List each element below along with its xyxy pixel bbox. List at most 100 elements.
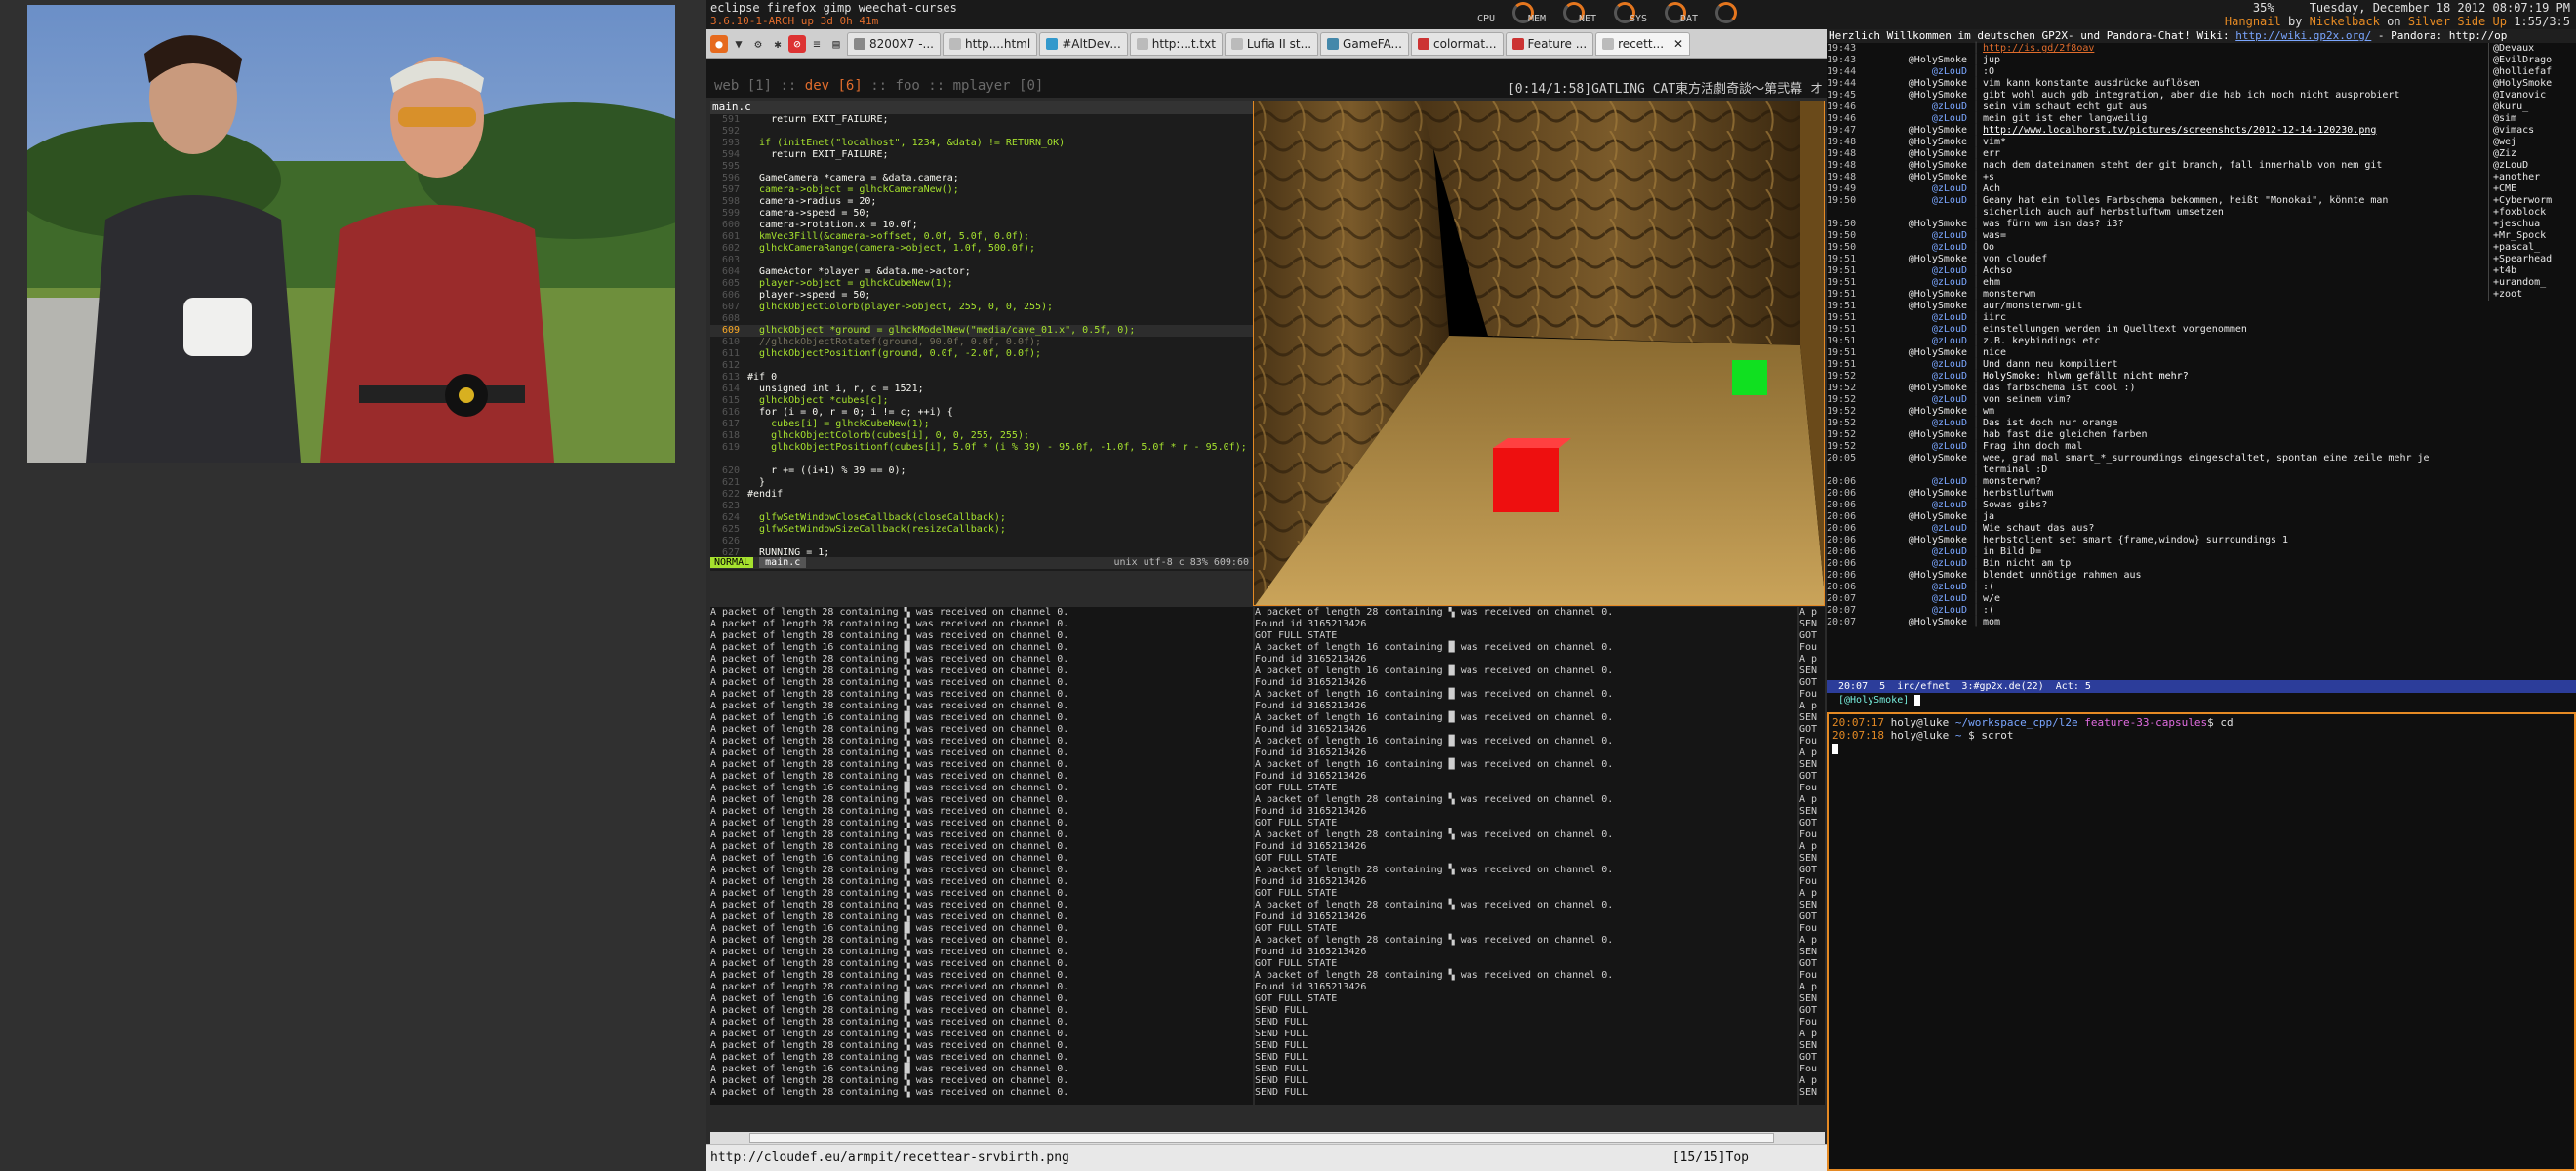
code-line[interactable]: 607 glhckObjectColorb(player->object, 25… [710,302,1253,313]
code-line[interactable]: 619 glhckObjectPositionf(cubes[i], 5.0f … [710,442,1253,454]
code-line[interactable]: 618 glhckObjectColorb(cubes[i], 0, 0, 25… [710,430,1253,442]
irc-input[interactable]: [@HolySmoke] [1827,694,2576,707]
irc-nick[interactable]: @zLouD [1866,359,1973,371]
tab-list-icon[interactable]: ≡ [808,35,825,53]
tab-1[interactable]: 8200X7 -... [847,31,941,56]
irc-nick[interactable]: @HolySmoke [1866,219,1973,230]
terminal-cursor-line[interactable] [1832,742,2570,754]
irc-nick[interactable]: @zLouD [1866,500,1973,511]
tab-6[interactable]: GameFA... [1320,31,1409,56]
nick-item[interactable]: @kuru_ [2493,101,2576,113]
nick-item[interactable]: +urandom_ [2493,277,2576,289]
tab-3[interactable]: #AltDev... [1039,31,1128,56]
code-line[interactable]: 622 #endif [710,489,1253,501]
irc-text[interactable]: http://is.gd/2f8oav [1983,43,2576,55]
nick-item[interactable]: +another [2493,172,2576,183]
client-log-pane[interactable]: A packet of length 28 containing ▚ was r… [1255,607,1797,1105]
client2-log-pane[interactable]: A p SEN GOT Fou A p SEN GOT Fou A p SEN GOT Fou A pS… [1799,607,1825,1105]
irc-nick[interactable]: @HolySmoke [1866,137,1973,148]
tab-5[interactable]: Lufia II st... [1224,31,1319,56]
irc-nick[interactable]: @HolySmoke [1866,125,1973,137]
irc-nick[interactable]: @zLouD [1866,418,1973,429]
irc-nick[interactable]: @HolySmoke [1866,172,1973,183]
nick-item[interactable]: +Cyberworm [2493,195,2576,207]
irc-nick[interactable]: @zLouD [1866,183,1973,195]
irc-nick[interactable]: @zLouD [1866,242,1973,254]
irc-nick[interactable]: @zLouD [1866,546,1973,558]
irc-nick[interactable]: @HolySmoke [1866,160,1973,172]
irc-nick[interactable]: @HolySmoke [1866,148,1973,160]
code-line[interactable]: 600 camera->rotation.x = 10.0f; [710,220,1253,231]
code-line[interactable]: 611 glhckObjectPositionf(ground, 0.0f, -… [710,348,1253,360]
code-line[interactable]: 604 GameActor *player = &data.me->actor; [710,266,1253,278]
tmux-window-foo[interactable]: foo [896,78,920,94]
code-line[interactable]: 609 glhckObject *ground = glhckModelNew(… [710,325,1253,337]
code-line[interactable]: 596 GameCamera *camera = &data.camera; [710,173,1253,184]
tab-9[interactable]: recett... ✕ [1595,31,1691,56]
code-line[interactable]: 601 kmVec3Fill(&camera->offset, 0.0f, 5.… [710,231,1253,243]
irc-nick[interactable]: @HolySmoke [1866,570,1973,582]
code-line[interactable]: 598 camera->radius = 20; [710,196,1253,208]
nick-item[interactable]: +Mr_Spock [2493,230,2576,242]
irc-nick[interactable]: @zLouD [1866,66,1973,78]
irc-nick[interactable]: @zLouD [1866,605,1973,617]
tmux-window-web[interactable]: web [714,78,739,94]
tab-2[interactable]: http....html [942,31,1038,56]
irc-nick[interactable]: @HolySmoke [1866,488,1973,500]
code-line[interactable]: 612 [710,360,1253,372]
irc-nick[interactable] [1866,464,1973,476]
code-line[interactable]: 591 return EXIT_FAILURE; [710,114,1253,126]
game-viewport[interactable] [1253,101,1825,606]
code-line[interactable]: 616 for (i = 0, r = 0; i != c; ++i) { [710,407,1253,419]
irc-nick[interactable]: @HolySmoke [1866,254,1973,265]
irc-nick[interactable]: @zLouD [1866,582,1973,593]
irc-nick[interactable]: @HolySmoke [1866,383,1973,394]
irc-nick[interactable]: @HolySmoke [1866,429,1973,441]
irc-nick[interactable]: @HolySmoke [1866,535,1973,546]
irc-nick[interactable] [1866,207,1973,219]
tab-8[interactable]: Feature ... [1505,31,1594,56]
tab-4[interactable]: http:...t.txt [1129,31,1223,56]
nick-item[interactable]: @holliefaf [2493,66,2576,78]
code-line[interactable]: 614 unsigned int i, r, c = 1521; [710,384,1253,395]
irc-nick[interactable]: @HolySmoke [1866,406,1973,418]
irc-nick[interactable]: @HolySmoke [1866,78,1973,90]
nick-item[interactable]: +pascal_ [2493,242,2576,254]
irc-nick[interactable]: @zLouD [1866,230,1973,242]
app-launcher-list[interactable]: eclipse firefox gimp weechat-curses [710,1,957,15]
nick-item[interactable]: @Devaux [2493,43,2576,55]
nick-item[interactable]: @Ivanovic [2493,90,2576,101]
nick-list[interactable]: @Devaux @EvilDrago @holliefaf @HolySmoke @Iv… [2488,43,2576,301]
code-line[interactable]: 621 } [710,477,1253,489]
irc-nick[interactable]: @HolySmoke [1866,90,1973,101]
irc-nick[interactable]: @zLouD [1866,336,1973,347]
code-line[interactable]: 620 r += ((i+1) % 39 == 0); [710,465,1253,477]
nick-item[interactable]: +zoot [2493,289,2576,301]
server-log-pane[interactable]: A packet of length 28 containing ▚ was r… [710,607,1253,1105]
nick-item[interactable]: +foxblock [2493,207,2576,219]
vim-editor[interactable]: main.c 591 return EXIT_FAILURE; 592 593 if… [710,101,1253,571]
irc-nick[interactable]: @zLouD [1866,113,1973,125]
code-line[interactable]: 606 player->speed = 50; [710,290,1253,302]
nick-item[interactable]: +t4b [2493,265,2576,277]
terminal-output[interactable]: 20:07:17 holy@luke ~/workspace_cpp/l2e f… [1829,714,2574,756]
irc-nick[interactable]: @zLouD [1866,324,1973,336]
nick-item[interactable]: @vimacs [2493,125,2576,137]
nick-item[interactable]: +jeschua [2493,219,2576,230]
irc-nick[interactable]: @zLouD [1866,476,1973,488]
page-icon[interactable]: ▤ [827,35,845,53]
irc-nick[interactable]: @HolySmoke [1866,301,1973,312]
irc-nick[interactable]: @HolySmoke [1866,453,1973,464]
nick-item[interactable]: @wej [2493,137,2576,148]
irc-buffer[interactable]: 19:43 │ http://is.gd/2f8oav 19:43 @HolySmoke… [1827,43,2576,628]
block-icon[interactable]: ⊘ [788,34,806,53]
tmux-window-mplayer[interactable]: mplayer [953,78,1011,94]
nick-item[interactable]: +CME [2493,183,2576,195]
nick-item[interactable]: @sim [2493,113,2576,125]
extension-icon[interactable]: ✱ [769,35,786,53]
dropdown-arrow-icon[interactable]: ▼ [730,35,747,53]
vim-code[interactable]: 591 return EXIT_FAILURE; 592 593 if (initE… [710,114,1253,559]
code-line[interactable]: 610 //glhckObjectRotatef(ground, 90.0f, … [710,337,1253,348]
code-line[interactable]: 626 [710,536,1253,547]
nick-item[interactable]: @zLouD [2493,160,2576,172]
